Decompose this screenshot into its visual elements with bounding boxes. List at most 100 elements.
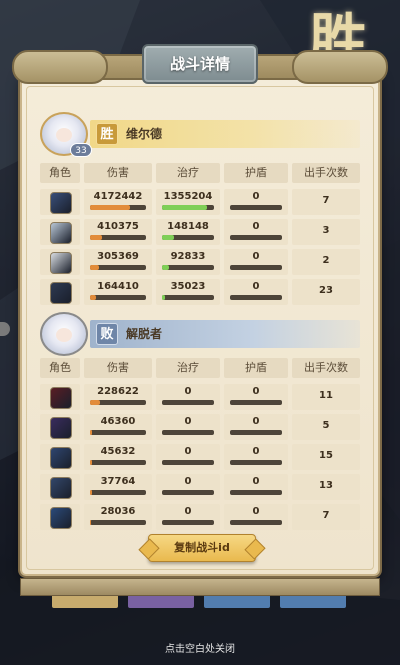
healing-bar xyxy=(162,295,214,300)
panel-bottom-strip xyxy=(20,578,380,596)
actions-value: 23 xyxy=(319,285,333,296)
damage-value: 37764 xyxy=(100,476,136,487)
white-wolf-hero-icon[interactable] xyxy=(50,222,72,244)
table-header: 角色 伤害 治疗 护盾 出手次数 xyxy=(40,358,360,380)
loser-team-header: 败 解脱者 xyxy=(40,312,360,356)
avatar-face-icon xyxy=(56,128,72,142)
shield-value: 0 xyxy=(252,191,260,202)
damage-value: 410375 xyxy=(97,221,139,232)
shield-bar xyxy=(230,295,282,300)
healing-value: 1355204 xyxy=(163,191,213,202)
healing-value: 0 xyxy=(184,446,192,457)
damage-bar-fill xyxy=(90,400,100,405)
damage-bar-fill xyxy=(90,295,96,300)
column-header-actions: 出手次数 xyxy=(292,163,360,183)
healing-value: 0 xyxy=(184,386,192,397)
close-hint: 点击空白处关闭 xyxy=(165,644,235,655)
column-header-healing: 治疗 xyxy=(156,163,220,183)
damage-value: 305369 xyxy=(97,251,139,262)
table-header: 角色 伤害 治疗 护盾 出手次数 xyxy=(40,163,360,185)
winner-result-badge: 胜 xyxy=(96,123,118,145)
healing-bar xyxy=(162,460,214,465)
damage-bar xyxy=(90,205,146,210)
damage-bar xyxy=(90,490,146,495)
actions-value: 11 xyxy=(319,390,333,401)
damage-bar xyxy=(90,430,146,435)
column-header-role: 角色 xyxy=(40,163,80,183)
table-row: 46360 0 0 5 xyxy=(40,412,360,442)
loser-result-badge: 败 xyxy=(96,323,118,345)
shield-value: 0 xyxy=(252,251,260,262)
blue-knight-hero-icon[interactable] xyxy=(50,477,72,499)
damage-value: 228622 xyxy=(97,386,139,397)
actions-value: 7 xyxy=(322,195,330,206)
column-header-actions: 出手次数 xyxy=(292,358,360,378)
column-header-shield: 护盾 xyxy=(224,163,288,183)
copy-battle-id-button[interactable]: 复制战斗id xyxy=(148,534,256,562)
damage-value: 164410 xyxy=(97,281,139,292)
shield-bar xyxy=(230,265,282,270)
damage-value: 28036 xyxy=(100,506,136,517)
white-beast-hero-icon[interactable] xyxy=(50,252,72,274)
shield-value: 0 xyxy=(252,506,260,517)
shield-bar xyxy=(230,430,282,435)
healing-bar-fill xyxy=(162,235,174,240)
header-ornament-left xyxy=(12,50,108,84)
damage-bar-fill xyxy=(90,520,91,525)
dark-orb-hero-icon[interactable] xyxy=(50,282,72,304)
actions-value: 15 xyxy=(319,450,333,461)
shield-bar xyxy=(230,205,282,210)
healing-value: 92833 xyxy=(170,251,206,262)
header-ornament-right xyxy=(292,50,388,84)
column-header-healing: 治疗 xyxy=(156,358,220,378)
table-row: 305369 92833 0 2 xyxy=(40,247,360,277)
damage-value: 46360 xyxy=(100,416,136,427)
shield-value: 0 xyxy=(252,476,260,487)
healing-value: 35023 xyxy=(170,281,206,292)
shield-value: 0 xyxy=(252,221,260,232)
crimson-lord-hero-icon[interactable] xyxy=(50,387,72,409)
column-header-damage: 伤害 xyxy=(84,358,152,378)
damage-value: 4172442 xyxy=(93,191,143,202)
damage-bar-fill xyxy=(90,235,102,240)
damage-bar xyxy=(90,295,146,300)
damage-bar xyxy=(90,265,146,270)
actions-value: 7 xyxy=(322,510,330,521)
hooded-blue-hero-icon[interactable] xyxy=(50,192,72,214)
loser-avatar[interactable] xyxy=(40,312,88,356)
healing-bar xyxy=(162,235,214,240)
blue-beast-hero-icon[interactable] xyxy=(50,447,72,469)
healing-bar-fill xyxy=(162,295,165,300)
damage-bar-fill xyxy=(90,460,92,465)
damage-value: 45632 xyxy=(100,446,136,457)
table-row: 28036 0 0 7 xyxy=(40,502,360,532)
healing-bar xyxy=(162,400,214,405)
winner-level-badge: 33 xyxy=(70,143,92,157)
healing-bar-fill xyxy=(162,265,169,270)
damage-bar xyxy=(90,400,146,405)
shield-bar xyxy=(230,490,282,495)
damage-bar-fill xyxy=(90,430,92,435)
healing-value: 0 xyxy=(184,416,192,427)
column-header-shield: 护盾 xyxy=(224,358,288,378)
table-row: 45632 0 0 15 xyxy=(40,442,360,472)
table-row: 4172442 1355204 0 7 xyxy=(40,187,360,217)
table-row: 410375 148148 0 3 xyxy=(40,217,360,247)
winner-team-header: 33 胜 维尔德 xyxy=(40,112,360,157)
healing-bar xyxy=(162,205,214,210)
shield-bar xyxy=(230,235,282,240)
damage-bar xyxy=(90,235,146,240)
purple-mage-hero-icon[interactable] xyxy=(50,417,72,439)
avatar-face-icon xyxy=(56,328,72,342)
healing-bar xyxy=(162,520,214,525)
shield-bar xyxy=(230,460,282,465)
actions-value: 13 xyxy=(319,480,333,491)
damage-bar xyxy=(90,460,146,465)
actions-value: 3 xyxy=(322,225,330,236)
damage-bar-fill xyxy=(90,205,130,210)
healing-value: 0 xyxy=(184,506,192,517)
shield-value: 0 xyxy=(252,446,260,457)
column-header-damage: 伤害 xyxy=(84,163,152,183)
actions-value: 5 xyxy=(322,420,330,431)
azure-dragon-hero-icon[interactable] xyxy=(50,507,72,529)
